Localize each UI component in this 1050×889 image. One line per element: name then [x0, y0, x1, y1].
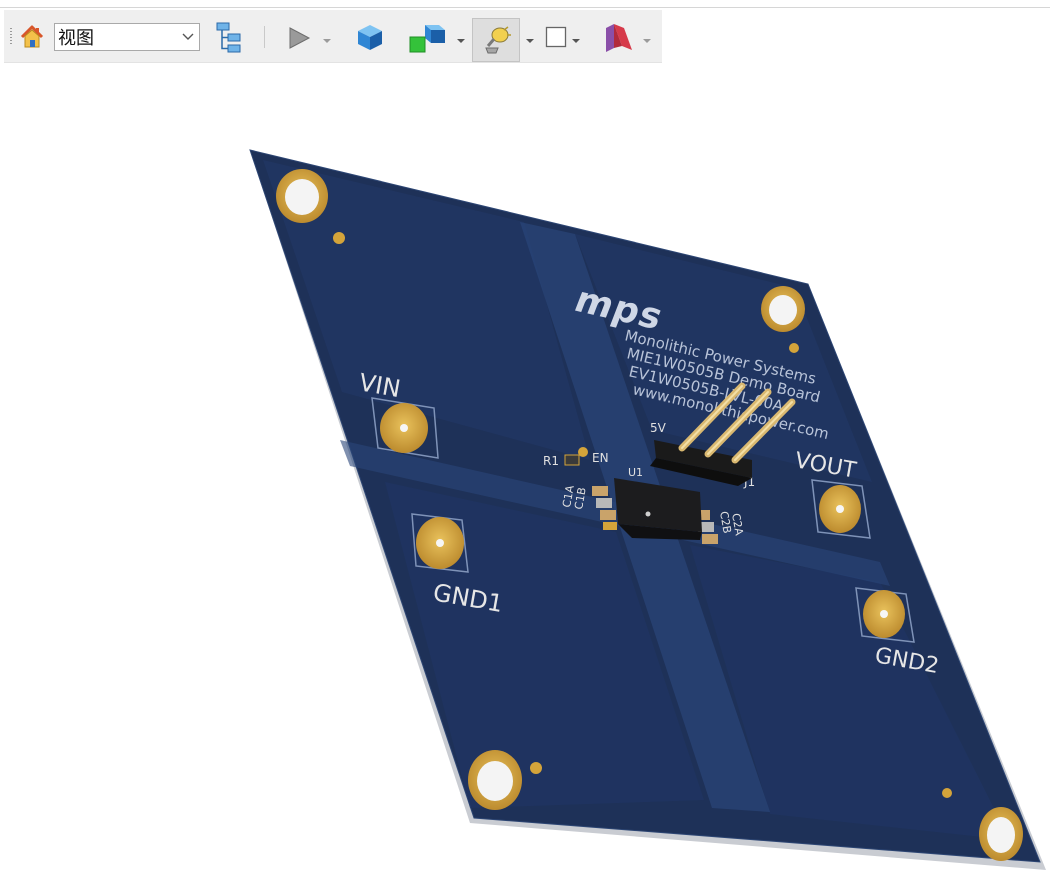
toolbar: 视图	[4, 10, 662, 63]
light-dropdown-icon[interactable]	[525, 33, 535, 43]
u1-label: U1	[628, 466, 643, 479]
fiducial	[789, 343, 799, 353]
render-box-dropdown-icon[interactable]	[571, 33, 581, 43]
en-testpoint	[578, 447, 588, 457]
home-icon[interactable]	[18, 23, 46, 51]
chevron-down-icon[interactable]	[177, 33, 199, 41]
render-box-icon[interactable]	[544, 25, 568, 49]
fiducial	[333, 232, 345, 244]
5v-label: 5V	[650, 421, 667, 435]
view-combo[interactable]: 视图	[54, 23, 200, 51]
mounting-hole	[468, 750, 522, 810]
play-icon[interactable]	[284, 23, 314, 53]
section-view-dropdown-icon[interactable]	[642, 33, 652, 43]
fiducial	[530, 762, 542, 774]
pcb-model: VIN GND1 VOUT GND2 mps Monolithic Power …	[249, 149, 1046, 870]
window-top-border	[0, 7, 1050, 8]
cube-icon[interactable]	[354, 21, 386, 53]
r1-label: R1	[543, 454, 559, 468]
light-bulb-icon	[481, 23, 513, 57]
mounting-hole	[979, 807, 1023, 861]
play-dropdown-icon[interactable]	[322, 33, 332, 43]
3d-viewport[interactable]: VIN GND1 VOUT GND2 mps Monolithic Power …	[0, 62, 1050, 884]
toolbar-separator	[264, 26, 265, 48]
light-bulb-button[interactable]	[472, 18, 520, 62]
model-tree-icon[interactable]	[212, 20, 248, 56]
display-style-icon[interactable]	[406, 20, 452, 56]
display-style-dropdown-icon[interactable]	[456, 33, 466, 43]
mounting-hole	[276, 169, 328, 223]
en-label: EN	[592, 451, 609, 465]
r1-resistor	[564, 454, 580, 466]
section-view-icon[interactable]	[598, 19, 638, 57]
toolbar-grip[interactable]	[10, 28, 12, 46]
view-combo-value: 视图	[58, 28, 94, 49]
fiducial	[942, 788, 952, 798]
mounting-hole	[761, 286, 805, 332]
